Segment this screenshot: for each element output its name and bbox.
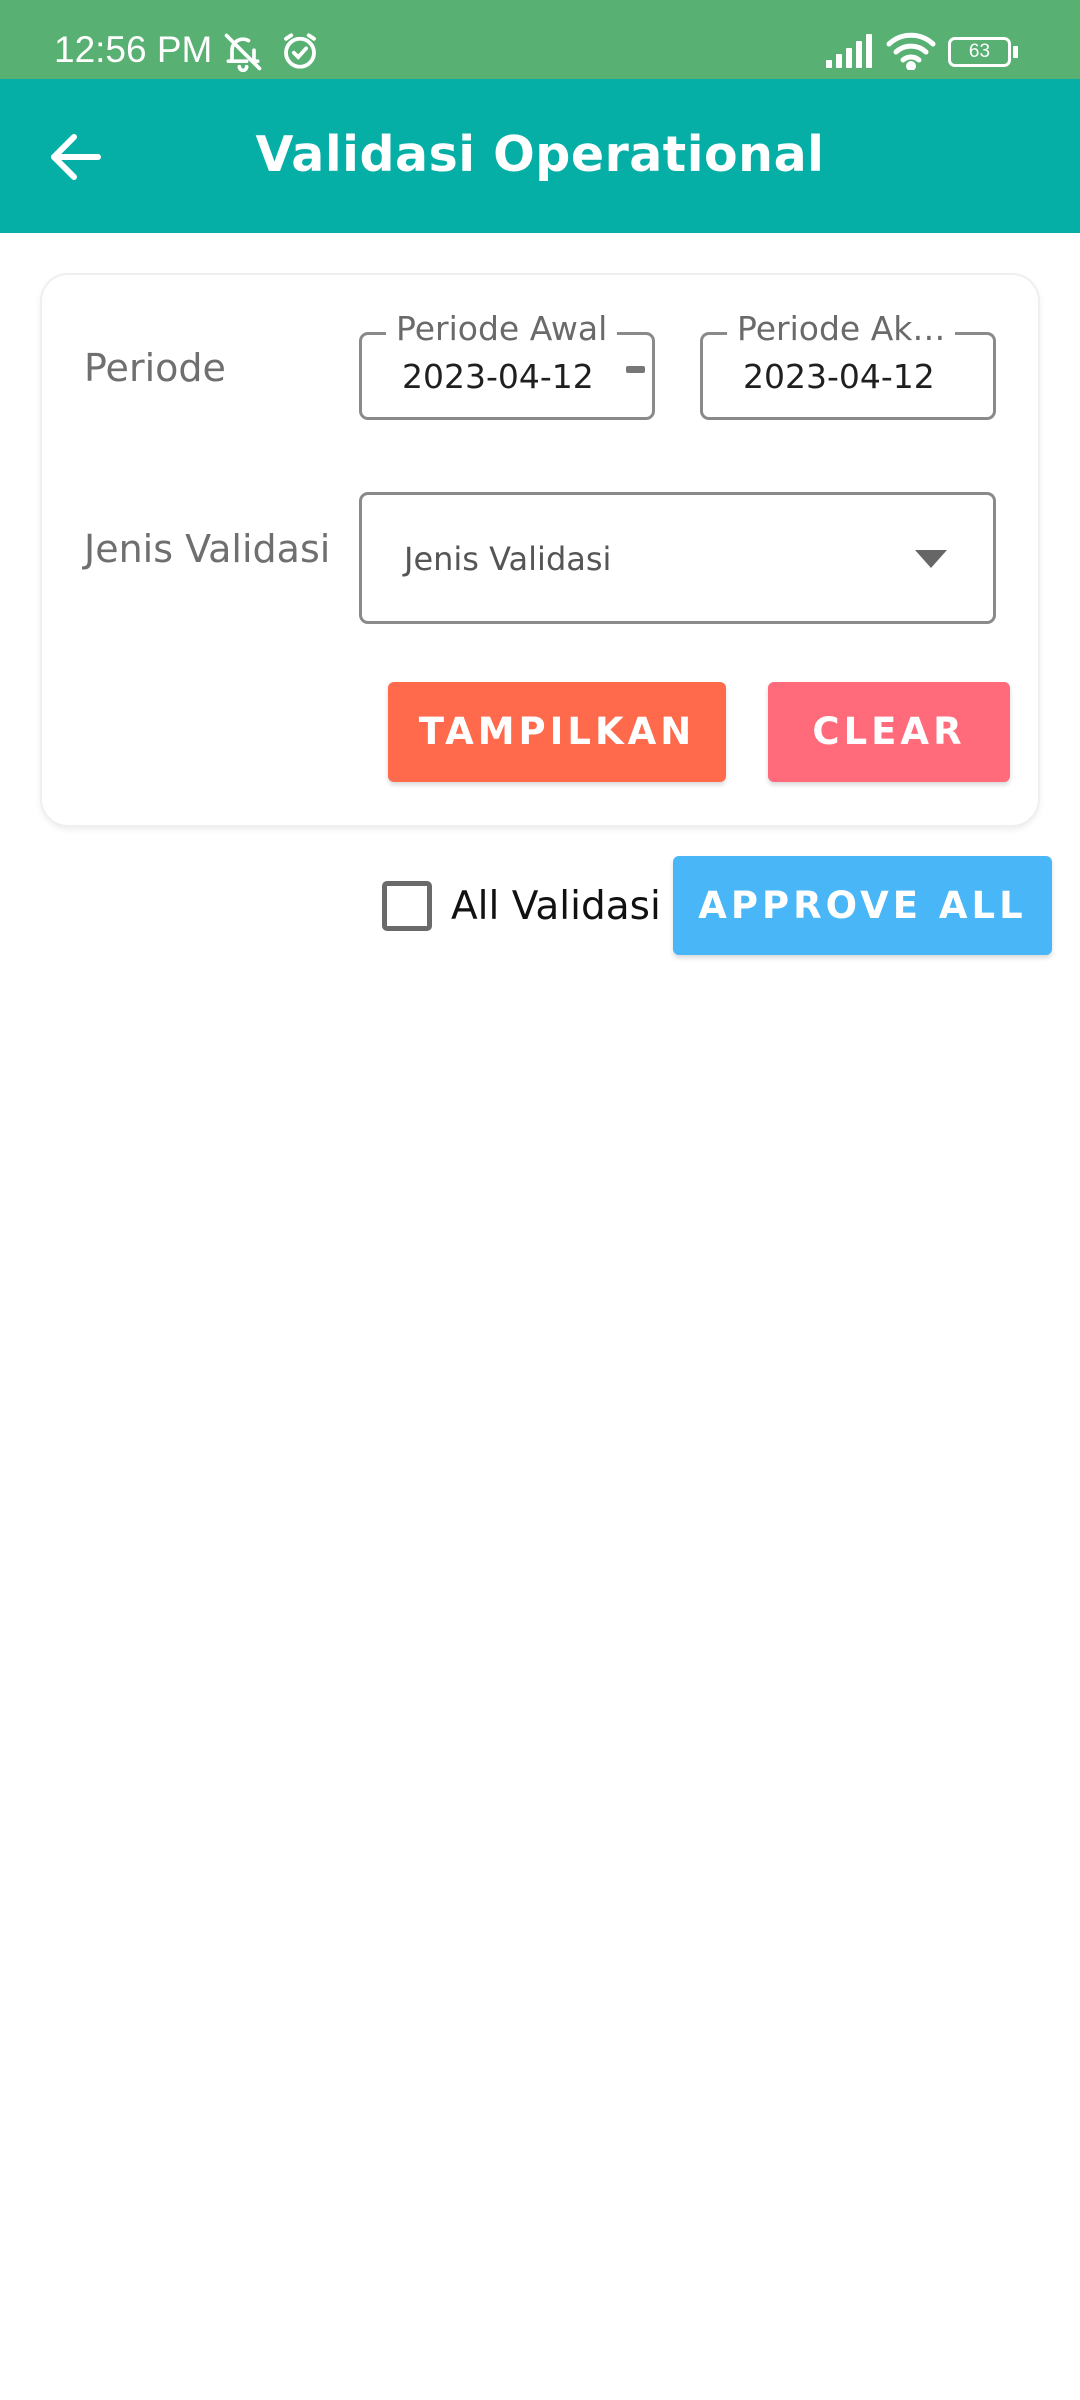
app-bar: Validasi Operational <box>0 79 1080 233</box>
wifi-icon <box>886 32 936 75</box>
battery-level: 63 <box>948 37 1011 67</box>
jenis-validasi-select[interactable]: Jenis Validasi <box>359 492 996 624</box>
date-range-separator <box>626 366 645 373</box>
start-date-value: 2023-04-12 <box>402 357 594 396</box>
start-date-field[interactable]: Periode Awal 2023-04-12 <box>359 309 655 420</box>
tampilkan-button[interactable]: TAMPILKAN <box>388 682 726 782</box>
bell-off-icon <box>221 30 265 79</box>
status-bar: 12:56 PM 63 <box>0 0 1080 79</box>
status-time: 12:56 PM <box>54 29 213 70</box>
approve-all-button[interactable]: APPROVE ALL <box>673 856 1052 955</box>
battery-icon: 63 <box>948 37 1018 67</box>
start-date-legend: Periode Awal <box>386 309 618 349</box>
end-date-legend: Periode Ak… <box>727 309 956 349</box>
end-date-field[interactable]: Periode Ak… 2023-04-12 <box>700 309 996 420</box>
periode-label: Periode <box>84 346 226 390</box>
jenis-validasi-label: Jenis Validasi <box>84 527 331 571</box>
end-date-value: 2023-04-12 <box>743 357 935 396</box>
clear-button[interactable]: CLEAR <box>768 682 1010 782</box>
all-validasi-label[interactable]: All Validasi <box>451 884 661 930</box>
all-validasi-checkbox[interactable] <box>382 881 432 931</box>
signal-icon <box>824 34 874 73</box>
alarm-icon <box>279 30 321 77</box>
page-title: Validasi Operational <box>255 126 825 183</box>
dropdown-arrow-icon <box>915 550 947 568</box>
jenis-validasi-value: Jenis Validasi <box>404 540 612 578</box>
